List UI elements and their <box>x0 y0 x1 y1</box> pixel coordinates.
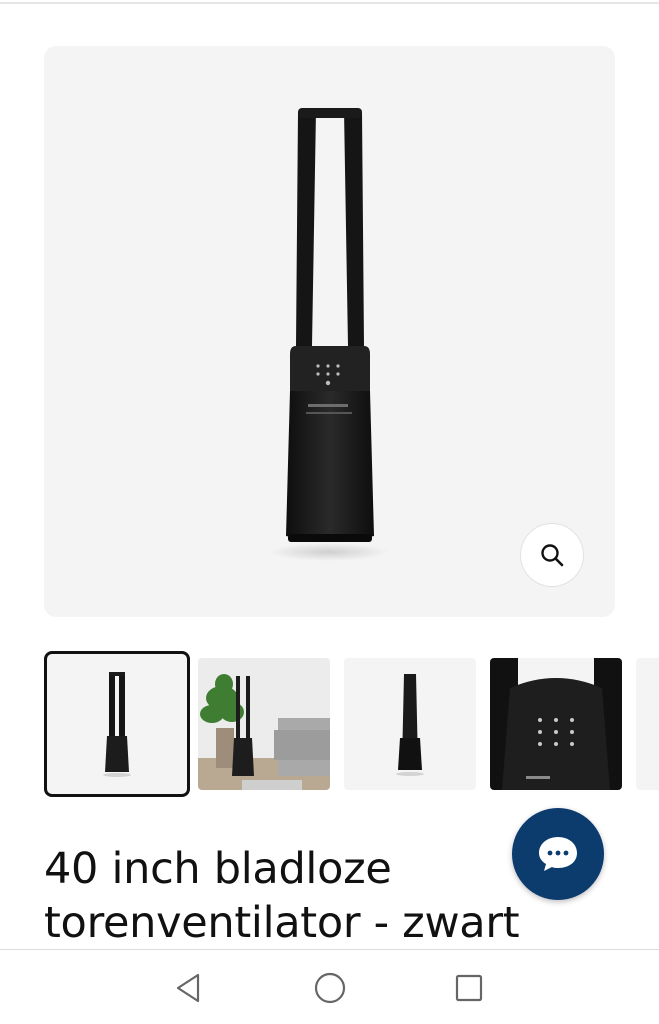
nav-recents-button[interactable] <box>451 970 487 1006</box>
magnifier-icon <box>541 544 564 567</box>
zoom-button[interactable] <box>520 523 584 587</box>
thumbnail-1[interactable] <box>44 651 190 797</box>
product-title-line-2: torenventilator - zwart <box>44 898 520 948</box>
chat-button[interactable] <box>512 808 604 900</box>
top-divider <box>0 2 659 4</box>
thumbnail-4[interactable] <box>490 658 622 790</box>
nav-back-button[interactable] <box>170 970 206 1006</box>
tower-fan-thumbnail <box>103 672 131 777</box>
system-navigation-bar <box>0 949 659 1024</box>
chat-bubble-icon <box>539 837 577 871</box>
product-title-line-1: 40 inch bladloze <box>44 844 392 894</box>
closed-tower-thumbnail <box>396 674 424 776</box>
thumbnail-3[interactable] <box>344 658 476 790</box>
nav-home-icon <box>314 972 346 1004</box>
nav-home-button[interactable] <box>312 970 348 1006</box>
thumbnail-2[interactable] <box>198 658 330 790</box>
thumbnail-5[interactable] <box>636 658 659 790</box>
nav-back-icon <box>176 973 200 1003</box>
nav-recents-icon <box>455 974 483 1002</box>
control-panel-closeup-thumbnail <box>490 658 622 790</box>
living-room-thumbnail <box>198 658 330 790</box>
thumbnail-strip[interactable] <box>44 651 659 797</box>
